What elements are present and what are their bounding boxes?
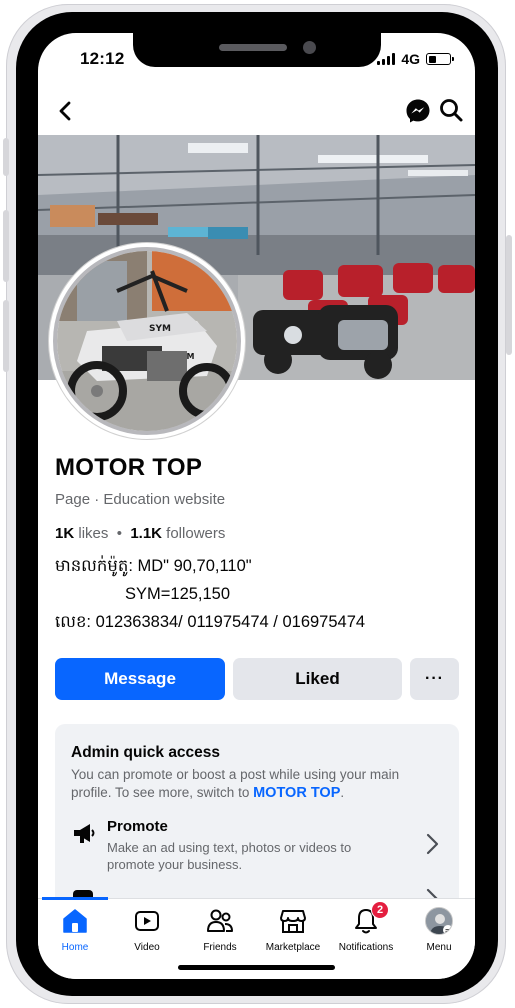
avatar	[425, 907, 453, 935]
profile-actions: Message Liked ···	[55, 658, 459, 700]
svg-text:SYM: SYM	[149, 324, 171, 334]
tab-menu-label: Menu	[426, 942, 452, 953]
page-stats[interactable]: 1K likes • 1.1K followers	[55, 525, 225, 542]
search-icon[interactable]	[438, 97, 464, 123]
notch	[133, 33, 381, 67]
tab-video[interactable]: Video	[111, 907, 183, 953]
page-bio: មានលក់ម៉ូតូ: MD" 90,70,110" SYM=125,150 …	[55, 552, 365, 636]
tab-marketplace[interactable]: Marketplace	[257, 907, 329, 953]
tab-notifications-label: Notifications	[338, 942, 394, 953]
admin-description: You can promote or boost a post while us…	[71, 766, 441, 802]
battery-fill	[428, 55, 436, 63]
phone-power-button	[506, 235, 512, 355]
admin-title: Admin quick access	[71, 744, 221, 761]
profile-photo-motorcycle: SYM SYM	[57, 251, 237, 431]
bio-line-3: លេខ: 012363834/ 011975474 / 016975474	[55, 613, 366, 631]
speaker	[219, 44, 287, 51]
network-type: 4G	[401, 51, 420, 67]
tab-home[interactable]: Home	[39, 907, 111, 953]
home-icon	[63, 909, 87, 933]
front-camera	[303, 41, 316, 54]
phone-volume-up-button	[3, 210, 9, 282]
promote-title[interactable]: Promote	[107, 818, 168, 835]
tab-home-label: Home	[61, 942, 89, 953]
status-indicators: 4G	[377, 51, 454, 67]
bio-line-1: មានលក់ម៉ូតូ: MD" 90,70,110"	[55, 557, 252, 575]
tab-notifications[interactable]: 2 Notifications	[330, 901, 402, 953]
app-screen: 12:12 4G SYM MOTOR TOP Page · Education …	[38, 33, 475, 979]
page-category: Page · Education website	[55, 491, 226, 508]
liked-button[interactable]: Liked	[233, 658, 402, 700]
home-indicator[interactable]	[178, 965, 335, 970]
chevron-right-icon[interactable]	[425, 833, 439, 855]
switch-profile-link[interactable]: MOTOR TOP	[253, 785, 340, 801]
active-tab-indicator	[42, 897, 108, 900]
page-title: MOTOR TOP	[55, 454, 203, 481]
tab-friends-label: Friends	[203, 942, 237, 953]
video-icon	[135, 911, 159, 931]
signal-icon	[377, 53, 396, 65]
status-time: 12:12	[80, 49, 125, 68]
friends-icon	[207, 909, 233, 932]
followers-label: followers	[166, 525, 226, 542]
tab-menu[interactable]: Menu	[403, 907, 475, 953]
chevron-left-icon[interactable]	[54, 99, 78, 123]
admin-description-text: You can promote or boost a post while us…	[71, 767, 400, 800]
tab-marketplace-label: Marketplace	[265, 942, 321, 953]
tab-friends[interactable]: Friends	[184, 907, 256, 953]
admin-description-end: .	[340, 785, 345, 800]
followers-count: 1.1K	[130, 525, 162, 542]
tab-video-label: Video	[134, 942, 160, 953]
phone-volume-down-button	[3, 300, 9, 372]
notification-badge: 2	[371, 901, 389, 919]
bell-icon-wrap: 2	[352, 901, 389, 935]
profile-picture-ring: SYM SYM	[53, 247, 241, 435]
megaphone-icon	[74, 824, 95, 843]
avatar-image	[426, 908, 452, 934]
battery-icon	[426, 53, 454, 65]
phone-side-button	[3, 138, 9, 176]
likes-count: 1K	[55, 525, 75, 542]
more-options-button[interactable]: ···	[410, 658, 459, 700]
bio-line-2: SYM=125,150	[125, 585, 231, 603]
promote-description: Make an ad using text, photos or videos …	[107, 840, 352, 872]
message-button[interactable]: Message	[55, 658, 225, 700]
profile-picture[interactable]: SYM SYM	[49, 243, 245, 439]
likes-label: likes	[78, 525, 109, 542]
page-header	[38, 93, 475, 129]
marketplace-icon	[280, 910, 306, 933]
admin-quick-access-card: Admin quick access You can promote or bo…	[55, 724, 459, 924]
messenger-icon[interactable]	[404, 97, 432, 125]
stats-separator: •	[112, 525, 127, 542]
